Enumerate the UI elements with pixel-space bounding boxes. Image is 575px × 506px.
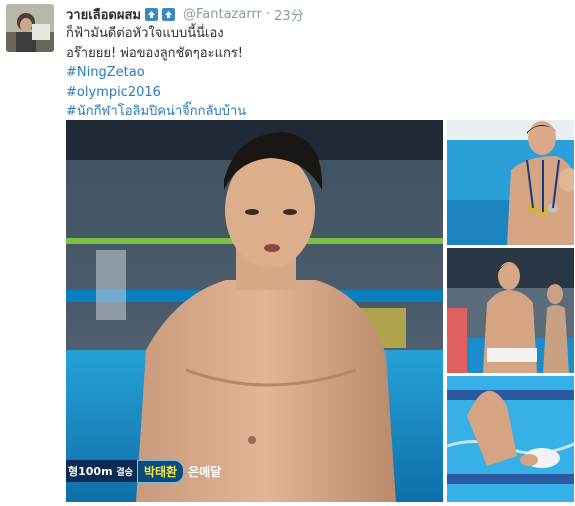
hashtag-link[interactable]: #NingZetao [66, 63, 546, 83]
avatar[interactable] [6, 4, 54, 52]
athlete-name: 박태환 [136, 459, 185, 483]
display-name[interactable]: วายเลือดผสม [66, 4, 141, 25]
broadcast-caption: 형100m 결승 박태환 은메달 [66, 459, 222, 483]
media-grid: 형100m 결승 박태환 은메달 [66, 120, 574, 504]
tweet-line: ก็ฟ้ามันดีต่อหัวใจแบบนี้นี่เอง [66, 26, 224, 41]
tweet-text: ก็ฟ้ามันดีต่อหัวใจแบบนี้นี่เอง อร๊ายยย! … [66, 24, 546, 122]
medals-photo [447, 120, 574, 245]
up-arrow-icon [145, 7, 158, 21]
photo-poolside[interactable] [447, 248, 574, 373]
hashtag-link[interactable]: #นักกีฬาโอลิมปิคน่าจิ๊กกลับบ้าน [66, 102, 546, 122]
tweet-header: วายเลือดผสม @Fantazarrr · 23分 [66, 4, 304, 24]
separator-dot: · [265, 6, 271, 22]
photo-main[interactable]: 형100m 결승 박태환 은메달 [66, 120, 443, 502]
avatar-image [6, 4, 54, 52]
swimming-photo [447, 376, 574, 502]
poolside-photo [447, 248, 574, 373]
medal-label: 은메달 [188, 464, 222, 479]
up-arrow-icon [162, 7, 175, 21]
event-label: 형100m 결승 [66, 460, 137, 482]
photo-medals[interactable] [447, 120, 574, 245]
swimmer-photo [66, 120, 443, 502]
photo-swimming[interactable] [447, 376, 574, 502]
tweet-line: อร๊ายยย! พ่อของลูกชัดๆอะแกร! [66, 45, 244, 61]
tweet-timestamp[interactable]: 23分 [274, 5, 304, 24]
username-handle[interactable]: @Fantazarrr [183, 7, 262, 22]
hashtag-link[interactable]: #olympic2016 [66, 83, 546, 103]
